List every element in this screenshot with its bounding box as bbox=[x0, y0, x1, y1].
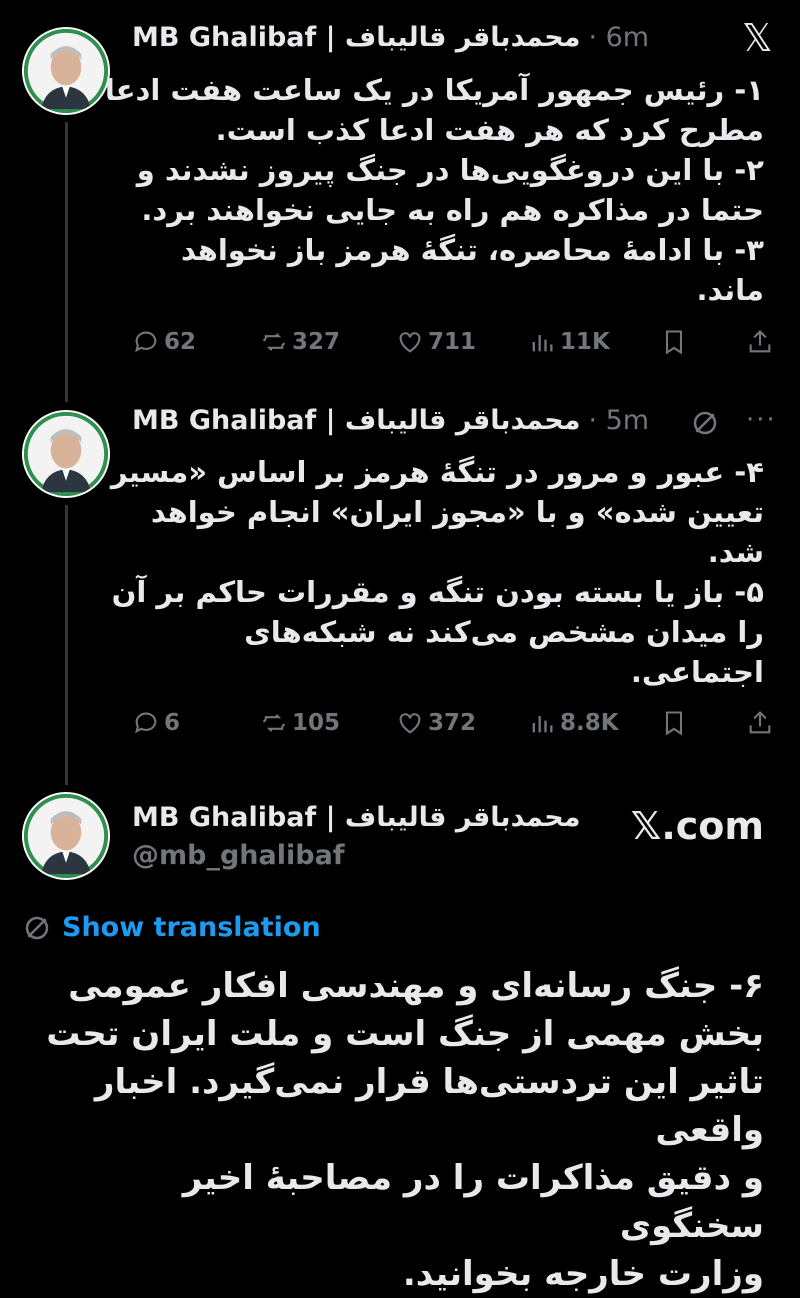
reply-icon bbox=[135, 331, 157, 353]
repost-button[interactable]: 327 bbox=[260, 328, 340, 356]
like-button[interactable]: 711 bbox=[396, 328, 476, 356]
show-translation-button[interactable]: Show translation bbox=[22, 912, 321, 943]
reply-button[interactable]: 6 bbox=[132, 709, 180, 737]
timestamp[interactable]: · 6m bbox=[588, 22, 649, 53]
avatar-portrait-icon bbox=[24, 29, 108, 113]
like-count: 711 bbox=[428, 329, 477, 355]
tweet-text: ۶- جنگ رسانه‌ای و مهندسی افکار عمومی بخش… bbox=[40, 962, 764, 1298]
tweet-line: بخش مهمی از جنگ است و ملت ایران تحت bbox=[46, 1014, 764, 1054]
views-button[interactable]: 8.8K bbox=[528, 709, 619, 737]
tweet-line: ماند. bbox=[696, 273, 764, 307]
avatar[interactable] bbox=[22, 27, 110, 115]
repost-button[interactable]: 105 bbox=[260, 709, 340, 737]
avatar-portrait-icon bbox=[24, 412, 108, 496]
repost-count: 105 bbox=[292, 710, 341, 736]
reply-button[interactable]: 62 bbox=[132, 328, 196, 356]
site-label: 𝕏.com bbox=[630, 804, 764, 848]
x-logo-icon: 𝕏 bbox=[742, 16, 773, 60]
tweet-header: MB Ghalibaf | محمدباقر قالیباف bbox=[132, 802, 580, 833]
bookmark-button[interactable] bbox=[660, 709, 688, 737]
bookmark-icon bbox=[665, 711, 683, 736]
avatar-portrait-icon bbox=[24, 794, 108, 878]
tweet-line: ۶- جنگ رسانه‌ای و مهندسی افکار عمومی bbox=[68, 966, 764, 1006]
heart-icon bbox=[399, 332, 421, 353]
share-button[interactable] bbox=[746, 328, 774, 356]
bookmark-icon bbox=[665, 330, 683, 355]
no-translate-icon bbox=[25, 916, 49, 939]
reply-count: 6 bbox=[164, 710, 181, 736]
more-icon[interactable]: ··· bbox=[746, 405, 777, 435]
views-icon bbox=[532, 335, 553, 352]
tweet-line: ۱- رئیس جمهور آمریکا در یک ساعت هفت ادعا bbox=[104, 73, 764, 107]
display-name[interactable]: MB Ghalibaf | محمدباقر قالیباف bbox=[132, 405, 580, 436]
tweet-line: تعیین شده» و با «مجوز ایران» انجام خواهد bbox=[150, 495, 764, 529]
tweet-line: مطرح کرد که هر هفت ادعا کذب است. bbox=[215, 113, 764, 147]
tweet-line: وزارت خارجه بخوانید. bbox=[402, 1254, 764, 1294]
show-translation-label[interactable]: Show translation bbox=[62, 912, 321, 943]
action-bar: 6 105 372 8.8K bbox=[132, 709, 778, 745]
no-translate-icon bbox=[690, 408, 720, 442]
views-count: 8.8K bbox=[560, 710, 619, 736]
tweet-line: حتما در مذاکره هم راه به جایی نخواهند بر… bbox=[141, 193, 764, 227]
action-bar: 62 327 711 11K bbox=[132, 328, 778, 364]
repost-icon bbox=[262, 333, 286, 351]
tweet-line: اجتماعی. bbox=[630, 655, 764, 689]
like-count: 372 bbox=[428, 710, 477, 736]
tweet-line: ۴- عبور و مرور در تنگۀ هرمز بر اساس «مسی… bbox=[110, 455, 764, 489]
tweet-line: را میدان مشخص می‌کند نه شبکه‌های bbox=[244, 615, 764, 649]
tweet-line: ۵- باز یا بسته بودن تنگه و مقررات حاکم ب… bbox=[111, 575, 764, 609]
like-button[interactable]: 372 bbox=[396, 709, 476, 737]
tweet-header: MB Ghalibaf | محمدباقر قالیباف · 5m bbox=[132, 405, 649, 436]
tweet-line: ۲- با این دروغگویی‌ها در جنگ پیروز نشدند… bbox=[136, 153, 764, 187]
tweet-line: تاثیر این تردستی‌ها قرار نمی‌گیرد. اخبار… bbox=[94, 1062, 764, 1150]
reply-count: 62 bbox=[164, 329, 197, 355]
share-icon bbox=[749, 711, 771, 734]
reply-icon bbox=[135, 712, 157, 734]
tweet-text: ۴- عبور و مرور در تنگۀ هرمز بر اساس «مسی… bbox=[111, 452, 764, 692]
thread-line-2 bbox=[65, 505, 68, 785]
avatar[interactable] bbox=[22, 410, 110, 498]
views-count: 11K bbox=[560, 329, 610, 355]
tweet-line: و دقیق مذاکرات را در مصاحبۀ اخیر سخنگوی bbox=[182, 1158, 764, 1246]
share-icon bbox=[749, 330, 771, 353]
user-handle[interactable]: @mb_ghalibaf bbox=[132, 840, 345, 871]
repost-count: 327 bbox=[292, 329, 341, 355]
tweet-line: شد. bbox=[707, 535, 764, 569]
repost-icon bbox=[262, 714, 286, 732]
tweet-text: ۱- رئیس جمهور آمریکا در یک ساعت هفت ادعا… bbox=[105, 70, 764, 310]
avatar[interactable] bbox=[22, 792, 110, 880]
display-name[interactable]: MB Ghalibaf | محمدباقر قالیباف bbox=[132, 802, 580, 833]
tweet-header: MB Ghalibaf | محمدباقر قالیباف · 6m bbox=[132, 22, 649, 53]
thread-line-1 bbox=[65, 122, 68, 402]
share-button[interactable] bbox=[746, 709, 774, 737]
bookmark-button[interactable] bbox=[660, 328, 688, 356]
views-button[interactable]: 11K bbox=[528, 328, 610, 356]
heart-icon bbox=[399, 713, 421, 734]
views-icon bbox=[532, 716, 553, 733]
display-name[interactable]: MB Ghalibaf | محمدباقر قالیباف bbox=[132, 22, 580, 53]
tweet-line: ۳- با ادامۀ محاصره، تنگۀ هرمز باز نخواهد bbox=[180, 233, 764, 267]
timestamp[interactable]: · 5m bbox=[588, 405, 649, 436]
